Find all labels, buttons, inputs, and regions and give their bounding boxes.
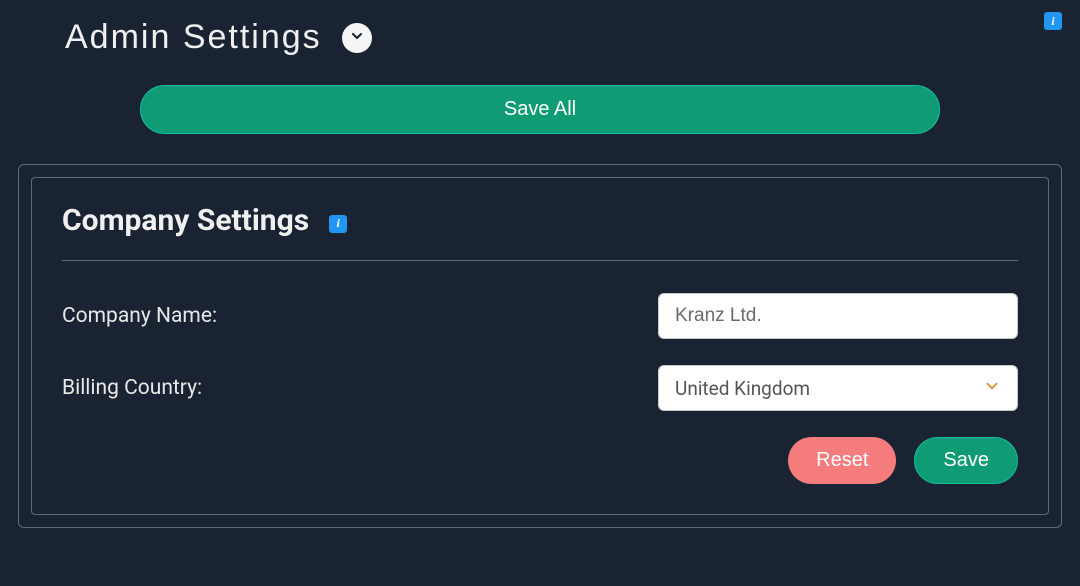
billing-country-label: Billing Country: <box>62 376 202 400</box>
billing-country-select[interactable]: United Kingdom <box>658 365 1018 411</box>
panel-title: Company Settings <box>62 203 309 238</box>
company-name-input[interactable] <box>658 293 1018 339</box>
page-title: Admin Settings <box>65 18 322 57</box>
collapse-toggle[interactable] <box>342 23 372 53</box>
save-button[interactable]: Save <box>914 437 1018 484</box>
billing-country-value: United Kingdom <box>675 377 810 400</box>
save-all-button[interactable]: Save All <box>140 85 940 134</box>
page-info-icon[interactable]: i <box>1044 12 1062 30</box>
company-name-label: Company Name: <box>62 304 217 328</box>
chevron-down-icon <box>983 377 1001 400</box>
reset-button[interactable]: Reset <box>788 437 896 484</box>
company-settings-panel: Company Settings i Company Name: Billing… <box>18 164 1062 528</box>
chevron-down-icon <box>349 28 365 48</box>
panel-info-icon[interactable]: i <box>329 215 347 233</box>
